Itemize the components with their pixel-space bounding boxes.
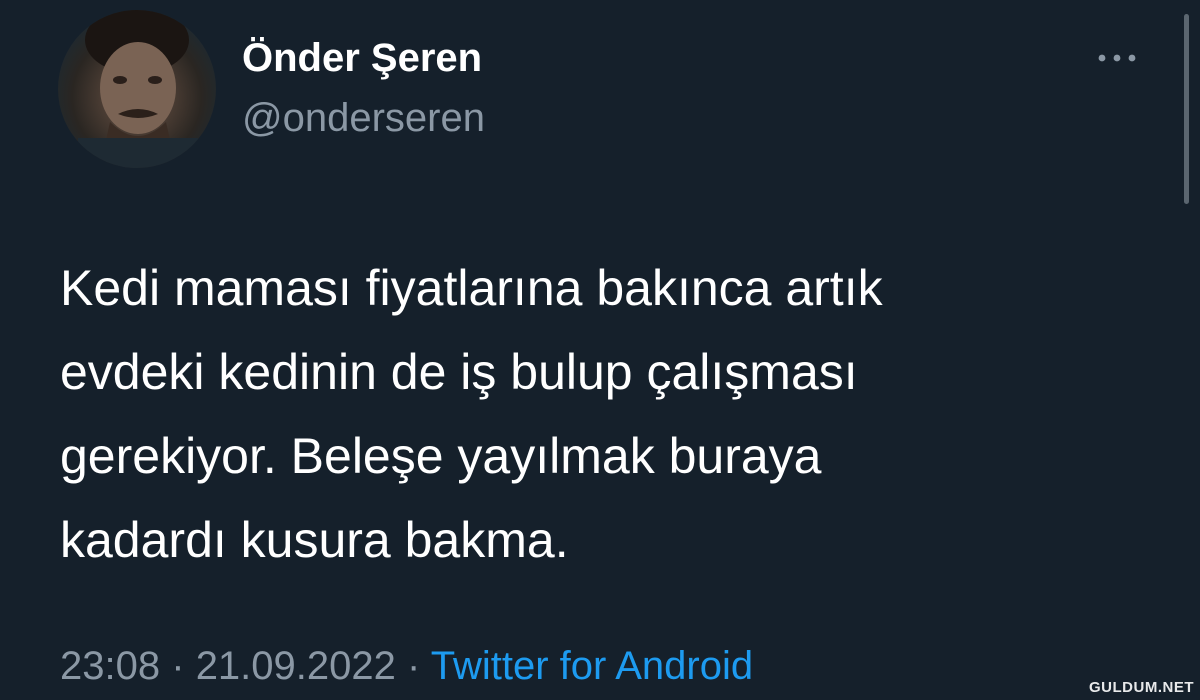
- avatar[interactable]: [58, 10, 216, 168]
- display-name[interactable]: Önder Şeren: [242, 36, 482, 81]
- watermark: GULDUM.NET: [1089, 679, 1194, 696]
- tweet-text-line: kadardı kusura bakma.: [60, 512, 569, 568]
- tweet-source-link[interactable]: Twitter for Android: [431, 644, 753, 688]
- tweet-text-line: Kedi maması fiyatlarına bakınca artık: [60, 260, 883, 316]
- tweet-text-line: evdeki kedinin de iş bulup çalışması: [60, 344, 858, 400]
- tweet-text: Kedi maması fiyatlarına bakınca artık ev…: [60, 246, 1150, 582]
- tweet-date[interactable]: 21.09.2022: [196, 644, 396, 688]
- scrollbar[interactable]: [1184, 14, 1189, 204]
- more-dots-icon: [1098, 54, 1136, 62]
- meta-separator: ·: [407, 644, 421, 688]
- more-options-button[interactable]: [1092, 44, 1142, 72]
- meta-separator: ·: [171, 644, 185, 688]
- tweet-meta: 23:08 · 21.09.2022 · Twitter for Android: [60, 644, 753, 689]
- user-handle[interactable]: @onderseren: [242, 96, 485, 141]
- tweet-text-line: gerekiyor. Beleşe yayılmak buraya: [60, 428, 822, 484]
- avatar-image: [78, 10, 198, 168]
- tweet-time[interactable]: 23:08: [60, 644, 160, 688]
